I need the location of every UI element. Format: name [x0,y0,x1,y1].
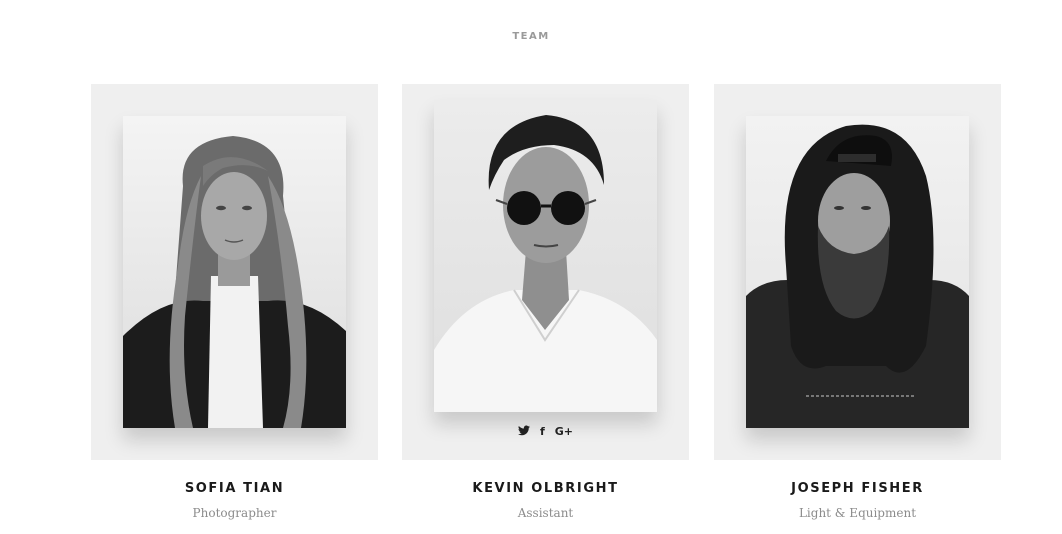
facebook-icon[interactable]: f [540,425,545,438]
team-card-kevin: f G+ [402,84,689,460]
member-name: SOFIA TIAN [184,481,285,496]
team-card-joseph [714,84,1001,460]
member-name: JOSEPH FISHER [791,481,924,496]
member-role: Light & Equipment [798,506,917,520]
member-role: Assistant [517,506,574,520]
section-title: TEAM [512,31,550,42]
member-name: KEVIN OLBRIGHT [472,481,619,496]
portrait-photo[interactable] [123,116,346,428]
team-card-sofia [91,84,378,460]
social-links: f G+ [402,425,689,438]
portrait-photo[interactable] [434,100,657,412]
portrait-photo[interactable] [746,116,969,428]
member-role: Photographer [192,506,277,520]
google-plus-icon[interactable]: G+ [555,425,573,438]
twitter-icon[interactable] [517,425,530,438]
